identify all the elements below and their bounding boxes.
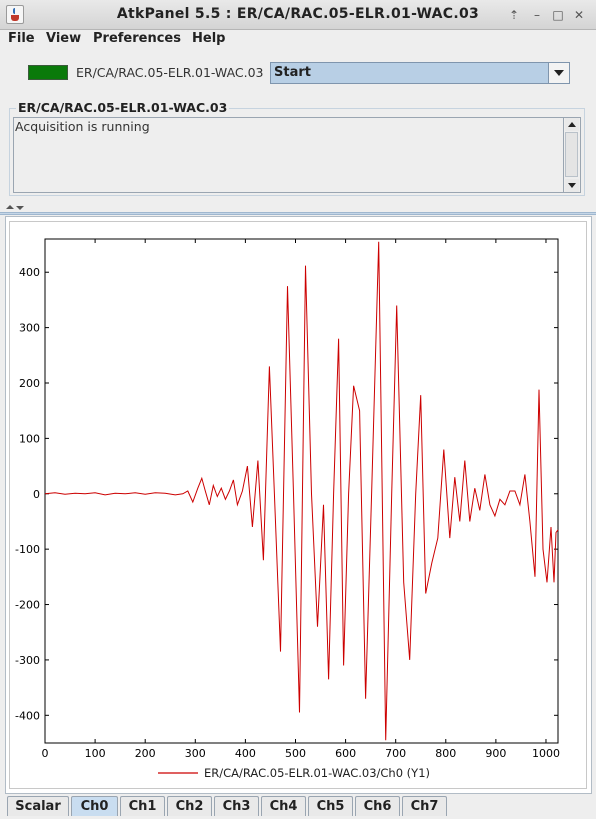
x-tick-label: 500 [285, 747, 306, 760]
status-scrollbar[interactable] [563, 118, 580, 192]
chart-panel: 0 100 200 300 400 500 600 700 800 900 1000 400 300 20… [5, 216, 592, 794]
collapse-down-icon[interactable] [16, 206, 24, 210]
collapse-up-icon[interactable] [6, 205, 14, 209]
y-tick-label: 0 [33, 488, 40, 501]
command-selected: Start [274, 65, 311, 80]
x-tick-label: 600 [335, 747, 356, 760]
title-bar[interactable]: AtkPanel 5.5 : ER/CA/RAC.05-ELR.01-WAC.0… [0, 0, 596, 30]
y-tick-label: -100 [15, 543, 40, 556]
tab-ch1[interactable]: Ch1 [120, 796, 165, 816]
x-tick-label: 1000 [532, 747, 560, 760]
minimize-icon[interactable]: – [528, 6, 546, 24]
y-tick-label: 400 [19, 266, 40, 279]
status-text: Acquisition is running [15, 119, 150, 134]
chevron-down-icon[interactable] [548, 63, 569, 83]
menu-file[interactable]: File [8, 31, 35, 46]
y-tick-label: 300 [19, 322, 40, 335]
tab-ch7[interactable]: Ch7 [402, 796, 447, 816]
y-tick-label: -400 [15, 709, 40, 722]
close-icon[interactable]: ✕ [570, 6, 588, 24]
tab-ch2[interactable]: Ch2 [167, 796, 212, 816]
plot-area-border [44, 238, 559, 744]
menu-preferences[interactable]: Preferences [93, 31, 181, 46]
split-pane-divider[interactable] [0, 202, 596, 215]
tab-ch3[interactable]: Ch3 [214, 796, 259, 816]
status-group-title: ER/CA/RAC.05-ELR.01-WAC.03 [16, 100, 230, 115]
maximize-icon[interactable]: □ [549, 6, 567, 24]
y-tick-label: 100 [19, 432, 40, 445]
x-tick-label: 200 [135, 747, 156, 760]
pin-icon[interactable]: ⇡ [505, 6, 523, 24]
y-tick-label: 200 [19, 377, 40, 390]
device-name-label: ER/CA/RAC.05-ELR.01-WAC.03 [76, 65, 264, 80]
tab-scalar[interactable]: Scalar [7, 796, 69, 816]
scroll-up-icon[interactable] [565, 118, 579, 131]
tab-ch5[interactable]: Ch5 [308, 796, 353, 816]
line-chart[interactable]: 0 100 200 300 400 500 600 700 800 900 100040030020… [10, 222, 586, 788]
menu-view[interactable]: View [46, 31, 81, 46]
scroll-down-icon[interactable] [565, 179, 579, 192]
legend-label: ER/CA/RAC.05-ELR.01-WAC.03/Ch0 (Y1) [204, 766, 430, 780]
command-combo[interactable]: Start [270, 62, 570, 84]
chart-frame: 0 100 200 300 400 500 600 700 800 900 1000 400 300 20… [9, 221, 587, 789]
x-tick-label: 300 [185, 747, 206, 760]
x-tick-label: 900 [485, 747, 506, 760]
series-line-0 [44, 241, 559, 741]
tab-ch4[interactable]: Ch4 [261, 796, 306, 816]
tab-ch6[interactable]: Ch6 [355, 796, 400, 816]
y-tick-label: -300 [15, 654, 40, 667]
tab-bar: Scalar Ch0 Ch1 Ch2 Ch3 Ch4 Ch5 Ch6 Ch7 [0, 794, 596, 819]
scroll-thumb[interactable] [565, 132, 578, 177]
menu-bar: File View Preferences Help [0, 30, 596, 50]
menu-help[interactable]: Help [192, 31, 225, 46]
tab-ch0[interactable]: Ch0 [71, 796, 118, 816]
x-tick-label: 100 [85, 747, 106, 760]
x-tick-label: 400 [235, 747, 256, 760]
device-state-indicator [28, 65, 68, 80]
y-tick-label: -200 [15, 599, 40, 612]
status-text-area[interactable]: Acquisition is running [13, 117, 581, 193]
divider-bar[interactable] [0, 212, 596, 215]
x-tick-label: 800 [435, 747, 456, 760]
x-tick-label: 0 [42, 747, 49, 760]
x-tick-label: 700 [385, 747, 406, 760]
